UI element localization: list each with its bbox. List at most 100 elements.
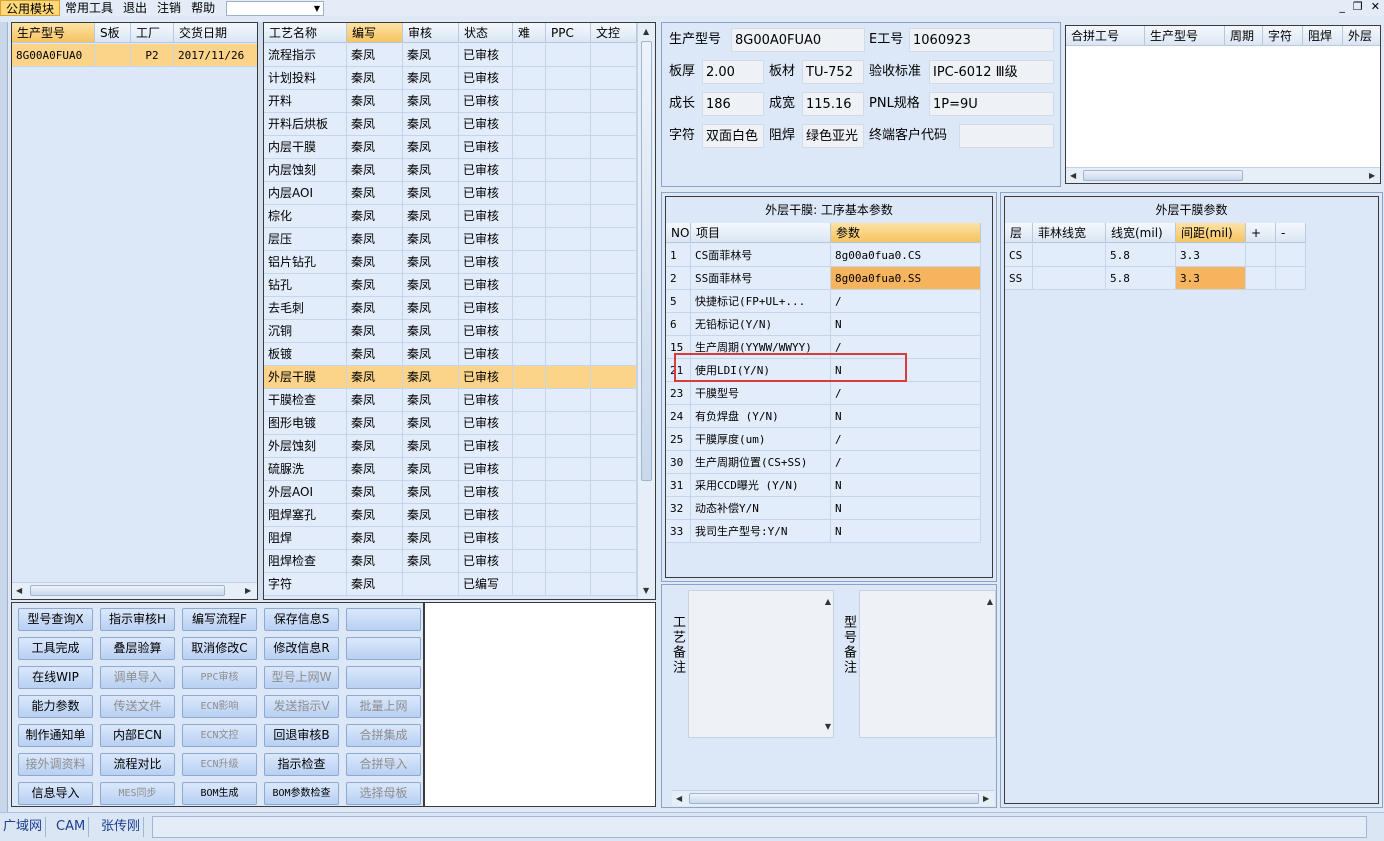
process-row-cell[interactable]: 已审核 (459, 228, 513, 251)
process-row-cell[interactable]: 已审核 (459, 274, 513, 297)
col-spacing[interactable]: 间距(mil) (1176, 223, 1246, 243)
process-row-cell[interactable] (591, 481, 637, 504)
film-param-cell[interactable] (1276, 267, 1306, 290)
process-row-cell[interactable]: 秦凤 (347, 90, 403, 113)
process-row-cell[interactable] (591, 228, 637, 251)
width-field[interactable]: 115.16 (802, 92, 864, 116)
action-button[interactable]: 回退审核B (264, 724, 339, 747)
process-row-cell[interactable] (591, 205, 637, 228)
customer-code-field[interactable] (959, 124, 1054, 148)
action-button[interactable]: 批量上网 (346, 695, 421, 718)
action-button[interactable]: 接外调资料 (18, 753, 93, 776)
process-row-cell[interactable] (546, 412, 591, 435)
film-param-cell[interactable]: 5.8 (1106, 244, 1176, 267)
col-model[interactable]: 生产型号 (12, 23, 95, 43)
standard-field[interactable]: IPC-6012 Ⅲ级 (929, 60, 1054, 84)
param-value[interactable]: / (831, 382, 981, 405)
process-row-cell[interactable] (591, 366, 637, 389)
process-row-cell[interactable]: 秦凤 (403, 90, 459, 113)
process-row-cell[interactable] (591, 573, 637, 596)
process-row-cell[interactable] (591, 159, 637, 182)
process-vscrollbar[interactable]: ▲ ▼ (637, 23, 655, 599)
process-row-cell[interactable]: 已审核 (459, 550, 513, 573)
process-row-cell[interactable] (591, 550, 637, 573)
action-button[interactable]: 合拼导入 (346, 753, 421, 776)
s-board-cell[interactable] (95, 44, 131, 67)
remarks-hscrollbar[interactable]: ◀ ▶ (672, 790, 994, 806)
param-value[interactable]: 8g00a0fua0.CS (831, 244, 981, 267)
process-row-cell[interactable]: 秦凤 (347, 228, 403, 251)
process-row-cell[interactable]: 已审核 (459, 251, 513, 274)
process-row-cell[interactable]: 已审核 (459, 366, 513, 389)
scroll-left-icon[interactable]: ◀ (1070, 171, 1076, 180)
scroll-down-icon[interactable]: ▼ (825, 722, 831, 731)
col-line-width[interactable]: 线宽(mil) (1106, 223, 1176, 243)
process-row-cell[interactable]: 秦凤 (347, 573, 403, 596)
process-row-name[interactable]: 板镀 (264, 343, 347, 366)
process-row-cell[interactable]: 秦凤 (347, 458, 403, 481)
process-row-cell[interactable] (546, 504, 591, 527)
process-row-cell[interactable] (513, 458, 546, 481)
process-row-name[interactable]: 流程指示 (264, 44, 347, 67)
process-row-cell[interactable] (513, 412, 546, 435)
process-row-cell[interactable] (546, 527, 591, 550)
merge-col-header[interactable]: 合拼工号 (1066, 26, 1145, 46)
process-row-cell[interactable] (513, 113, 546, 136)
process-row-cell[interactable] (546, 90, 591, 113)
process-row-cell[interactable] (591, 389, 637, 412)
param-value[interactable]: / (831, 451, 981, 474)
process-row-name[interactable]: 阻焊 (264, 527, 347, 550)
process-row-name[interactable]: 外层蚀刻 (264, 435, 347, 458)
process-row-cell[interactable]: 秦凤 (403, 481, 459, 504)
action-button[interactable]: 编写流程F (182, 608, 257, 631)
action-button[interactable]: 保存信息S (264, 608, 339, 631)
process-row-cell[interactable] (591, 113, 637, 136)
action-button[interactable]: ECN文控 (182, 724, 257, 747)
process-row-cell[interactable] (513, 205, 546, 228)
process-row-cell[interactable]: 秦凤 (347, 44, 403, 67)
process-row-cell[interactable]: 秦凤 (403, 320, 459, 343)
film-param-cell[interactable]: 3.3 (1176, 267, 1246, 290)
process-row-cell[interactable]: 秦凤 (403, 412, 459, 435)
process-row-cell[interactable] (513, 504, 546, 527)
restore-icon[interactable]: ❐ (1353, 0, 1363, 13)
scroll-down-icon[interactable]: ▼ (643, 586, 649, 595)
process-row-name[interactable]: 内层蚀刻 (264, 159, 347, 182)
process-row-cell[interactable] (546, 573, 591, 596)
action-button[interactable]: 制作通知单 (18, 724, 93, 747)
character-field[interactable]: 双面白色 (702, 124, 764, 148)
process-row-cell[interactable]: 秦凤 (403, 205, 459, 228)
action-button[interactable]: 合拼集成 (346, 724, 421, 747)
film-param-cell[interactable] (1033, 244, 1106, 267)
scroll-left-icon[interactable]: ◀ (676, 794, 682, 803)
process-row-cell[interactable]: 秦凤 (347, 412, 403, 435)
process-row-cell[interactable] (513, 136, 546, 159)
param-value[interactable]: / (831, 290, 981, 313)
col-status[interactable]: 状态 (459, 23, 513, 43)
film-param-cell[interactable]: 3.3 (1176, 244, 1246, 267)
process-row-cell[interactable]: 已审核 (459, 527, 513, 550)
process-row-name[interactable]: 外层AOI (264, 481, 347, 504)
action-button[interactable]: 传送文件 (100, 695, 175, 718)
action-button[interactable]: ECN升级 (182, 753, 257, 776)
process-row-cell[interactable]: 秦凤 (403, 504, 459, 527)
process-row-cell[interactable]: 已审核 (459, 297, 513, 320)
scroll-right-icon[interactable]: ▶ (1369, 171, 1375, 180)
param-value[interactable]: / (831, 428, 981, 451)
process-row-name[interactable]: 阻焊检查 (264, 550, 347, 573)
process-row-name[interactable]: 内层干膜 (264, 136, 347, 159)
merge-col-header[interactable]: 外层 (1343, 26, 1380, 46)
process-row-name[interactable]: 图形电镀 (264, 412, 347, 435)
action-button[interactable]: 信息导入 (18, 782, 93, 805)
process-row-name[interactable]: 内层AOI (264, 182, 347, 205)
process-row-cell[interactable]: 秦凤 (347, 527, 403, 550)
scroll-thumb[interactable] (689, 793, 979, 804)
process-row-cell[interactable] (513, 90, 546, 113)
process-row-cell[interactable]: 秦凤 (403, 136, 459, 159)
process-row-cell[interactable]: 秦凤 (403, 435, 459, 458)
pnl-field[interactable]: 1P=9U (929, 92, 1054, 116)
film-param-cell[interactable]: SS (1005, 267, 1033, 290)
process-row-cell[interactable] (513, 274, 546, 297)
action-button[interactable]: 取消修改C (182, 637, 257, 660)
action-button[interactable]: 修改信息R (264, 637, 339, 660)
